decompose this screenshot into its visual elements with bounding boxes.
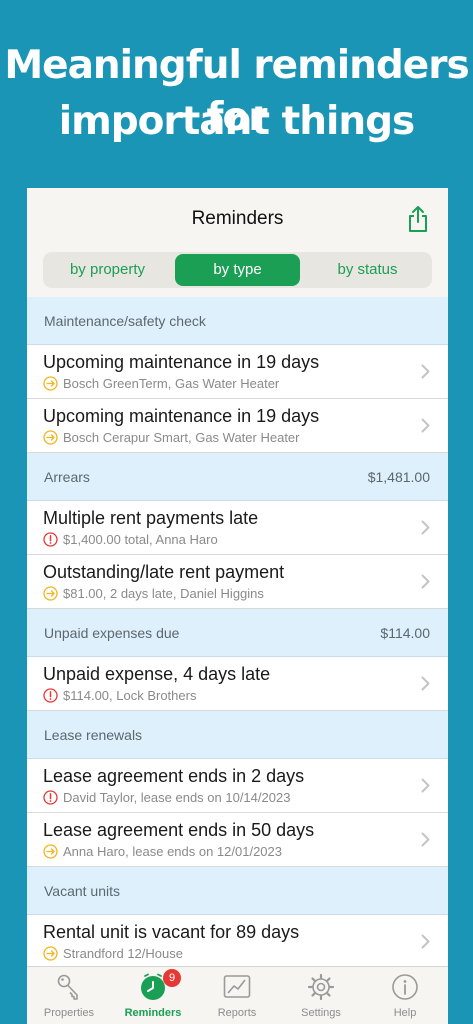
chevron-right-icon (421, 934, 430, 949)
exclamation-circle-icon (43, 790, 58, 805)
reminder-row[interactable]: Upcoming maintenance in 19 days Bosch Gr… (27, 345, 448, 399)
tab-reminders[interactable]: 9 Reminders (111, 967, 195, 1024)
reminder-row[interactable]: Lease agreement ends in 50 days Anna Har… (27, 813, 448, 867)
tab-label: Reports (217, 1007, 257, 1019)
reminders-badge: 9 (163, 969, 181, 987)
section-title: Unpaid expenses due (44, 625, 180, 641)
chevron-right-icon (421, 778, 430, 793)
gear-icon (307, 973, 335, 1001)
section-title: Vacant units (44, 883, 121, 899)
chevron-right-icon (421, 364, 430, 379)
segmented-control: by property by type by status (43, 252, 432, 288)
reminder-title: Multiple rent payments late (43, 508, 259, 528)
chevron-right-icon (421, 418, 430, 433)
arrow-circle-icon (43, 376, 58, 391)
segment-by-type[interactable]: by type (175, 254, 300, 286)
tab-reports[interactable]: Reports (195, 967, 279, 1024)
reminder-subtitle: Anna Haro, lease ends on 12/01/2023 (63, 844, 283, 859)
chevron-right-icon (421, 520, 430, 535)
reminder-title: Outstanding/late rent payment (43, 562, 285, 582)
navigation-bar: Reminders (27, 188, 448, 244)
section-header: Vacant units (27, 867, 448, 915)
promo-headline-line-2: important things (58, 99, 416, 144)
chevron-right-icon (421, 574, 430, 589)
chevron-right-icon (421, 832, 430, 847)
reminder-title: Lease agreement ends in 50 days (43, 820, 315, 840)
segment-by-property[interactable]: by property (45, 254, 170, 286)
section-header: Maintenance/safety check (27, 297, 448, 345)
app-screen: Reminders by property by type by status … (27, 188, 448, 1024)
reminder-row[interactable]: Upcoming maintenance in 19 days Bosch Ce… (27, 399, 448, 453)
arrow-circle-icon (43, 430, 58, 445)
reminder-title: Upcoming maintenance in 19 days (43, 406, 320, 426)
chart-icon (223, 975, 251, 998)
tab-properties[interactable]: Properties (27, 967, 111, 1024)
arrow-circle-icon (43, 844, 58, 859)
reminder-title: Rental unit is vacant for 89 days (43, 922, 300, 942)
section-amount: $1,481.00 (367, 469, 430, 485)
tab-label: Help (393, 1007, 417, 1019)
reminder-row[interactable]: Rental unit is vacant for 89 days Strand… (27, 915, 448, 969)
reminder-subtitle: Bosch GreenTerm, Gas Water Heater (63, 376, 280, 391)
info-icon (392, 974, 418, 1000)
reminder-row[interactable]: Multiple rent payments late $1,400.00 to… (27, 501, 448, 555)
tab-bar: Properties 9 Reminders Reports Settings … (27, 966, 448, 1024)
page-title: Reminders (191, 208, 284, 229)
tab-label: Properties (43, 1007, 95, 1019)
chevron-right-icon (421, 676, 430, 691)
section-title: Lease renewals (44, 727, 143, 743)
tab-help[interactable]: Help (363, 967, 447, 1024)
reminder-title: Upcoming maintenance in 19 days (43, 352, 320, 372)
reminder-row[interactable]: Outstanding/late rent payment $81.00, 2 … (27, 555, 448, 609)
reminder-subtitle: $1,400.00 total, Anna Haro (63, 532, 218, 547)
reminder-title: Lease agreement ends in 2 days (43, 766, 305, 786)
section-header: Lease renewals (27, 711, 448, 759)
grouping-control-area: by property by type by status (27, 244, 448, 297)
share-icon (409, 206, 427, 232)
reminder-title: Unpaid expense, 4 days late (43, 664, 271, 684)
arrow-circle-icon (43, 586, 58, 601)
tab-label: Reminders (124, 1007, 182, 1019)
key-icon (57, 974, 78, 1000)
section-header: Arrears $1,481.00 (27, 453, 448, 501)
section-amount: $114.00 (380, 625, 430, 641)
reminder-subtitle: $114.00, Lock Brothers (63, 688, 197, 703)
reminder-row[interactable]: Unpaid expense, 4 days late $114.00, Loc… (27, 657, 448, 711)
reminder-subtitle: David Taylor, lease ends on 10/14/2023 (63, 790, 291, 805)
reminder-subtitle: Strandford 12/House (63, 946, 183, 961)
section-header: Unpaid expenses due $114.00 (27, 609, 448, 657)
reminder-subtitle: Bosch Cerapur Smart, Gas Water Heater (63, 430, 300, 445)
tab-settings[interactable]: Settings (279, 967, 363, 1024)
reminder-row[interactable]: Lease agreement ends in 2 days David Tay… (27, 759, 448, 813)
reminder-subtitle: $81.00, 2 days late, Daniel Higgins (63, 586, 264, 601)
section-title: Arrears (44, 469, 90, 485)
exclamation-circle-icon (43, 532, 58, 547)
share-button[interactable] (406, 205, 430, 233)
promo-header: Meaningful reminders for important thing… (0, 0, 473, 188)
segment-by-status[interactable]: by status (305, 254, 430, 286)
section-title: Maintenance/safety check (44, 313, 206, 329)
arrow-circle-icon (43, 946, 58, 961)
tab-label: Settings (301, 1007, 341, 1019)
exclamation-circle-icon (43, 688, 58, 703)
